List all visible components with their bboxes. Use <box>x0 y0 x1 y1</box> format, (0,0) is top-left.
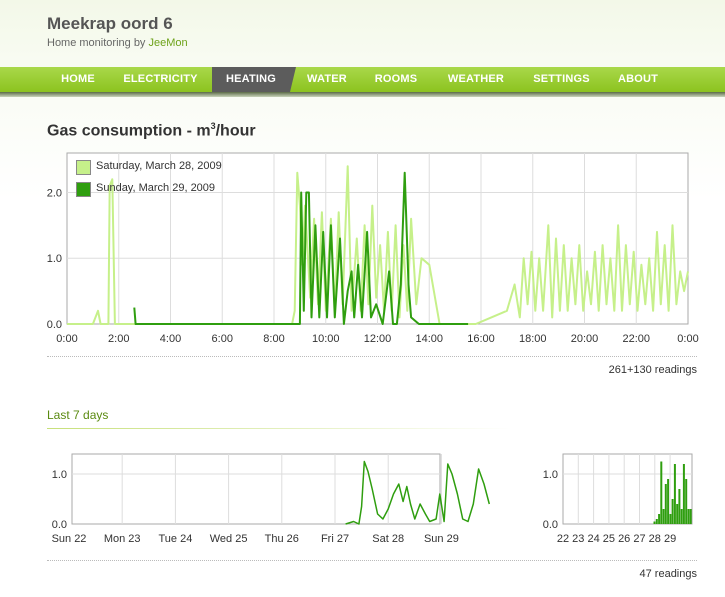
week-bar <box>676 504 679 524</box>
y-tick-label: 0.0 <box>543 519 558 531</box>
week-bar <box>669 514 672 524</box>
week-readings-count: 47 readings <box>639 568 698 580</box>
x-tick-label: Sat 28 <box>372 533 404 545</box>
week-bar <box>662 509 665 524</box>
y-tick-label: 1.0 <box>47 253 62 265</box>
x-tick-label: 0:00 <box>677 333 698 345</box>
x-tick-label: 29 <box>664 533 676 545</box>
x-tick-label: 14:00 <box>415 333 443 345</box>
week-bar <box>687 509 690 524</box>
week-bar <box>685 479 688 524</box>
week-bar <box>689 509 692 524</box>
week-bar <box>658 514 661 524</box>
x-tick-label: Sun 22 <box>52 533 87 545</box>
x-tick-label: 8:00 <box>263 333 284 345</box>
divider <box>47 560 697 561</box>
x-tick-label: 22 <box>557 533 569 545</box>
x-tick-label: 25 <box>603 533 615 545</box>
week-bar <box>664 484 667 524</box>
x-tick-label: Thu 26 <box>265 533 299 545</box>
legend-swatch-light <box>76 160 91 175</box>
legend-swatch-dark <box>76 182 91 197</box>
week-bar <box>678 489 681 524</box>
legend-label: Saturday, March 28, 2009 <box>96 160 222 172</box>
week-bar <box>653 521 656 524</box>
legend-label: Sunday, March 29, 2009 <box>96 182 216 194</box>
y-tick-label: 1.0 <box>543 469 558 481</box>
x-tick-label: 28 <box>649 533 661 545</box>
x-tick-label: 12:00 <box>364 333 392 345</box>
x-tick-label: Wed 25 <box>210 533 248 545</box>
x-tick-label: 22:00 <box>622 333 650 345</box>
divider <box>47 356 697 357</box>
week-bar <box>673 464 676 524</box>
y-tick-label: 0.0 <box>47 319 62 331</box>
y-tick-label: 2.0 <box>47 187 62 199</box>
week-bar <box>682 464 685 524</box>
week-bar <box>680 509 683 524</box>
charts-canvas: 0:00 2:00 4:00 6:00 8:00 10:00 12:00 14:00 16:00… <box>47 152 699 545</box>
x-tick-label: Fri 27 <box>321 533 349 545</box>
week-bar <box>655 519 658 524</box>
week-bar <box>667 479 670 524</box>
x-tick-label: 24 <box>587 533 599 545</box>
week-heading: Last 7 days <box>47 408 109 422</box>
x-tick-label: Sun 29 <box>424 533 459 545</box>
x-tick-label: 26 <box>618 533 630 545</box>
x-tick-label: 27 <box>633 533 645 545</box>
week-heading-underline <box>47 428 512 429</box>
week-bar <box>671 499 674 524</box>
x-tick-label: 6:00 <box>212 333 233 345</box>
x-tick-label: 0:00 <box>56 333 77 345</box>
x-tick-label: 18:00 <box>519 333 547 345</box>
y-tick-label: 1.0 <box>52 469 67 481</box>
x-tick-label: Mon 23 <box>104 533 141 545</box>
week-chart-plot-area <box>71 453 441 525</box>
x-tick-label: 10:00 <box>312 333 340 345</box>
x-tick-label: 4:00 <box>160 333 181 345</box>
y-tick-label: 0.0 <box>52 519 67 531</box>
x-tick-label: Tue 24 <box>158 533 192 545</box>
main-readings-count: 261+130 readings <box>608 364 697 376</box>
x-tick-label: 16:00 <box>467 333 495 345</box>
x-tick-label: 2:00 <box>108 333 129 345</box>
week-bar <box>660 461 663 524</box>
x-tick-label: 23 <box>572 533 584 545</box>
x-tick-label: 20:00 <box>571 333 599 345</box>
